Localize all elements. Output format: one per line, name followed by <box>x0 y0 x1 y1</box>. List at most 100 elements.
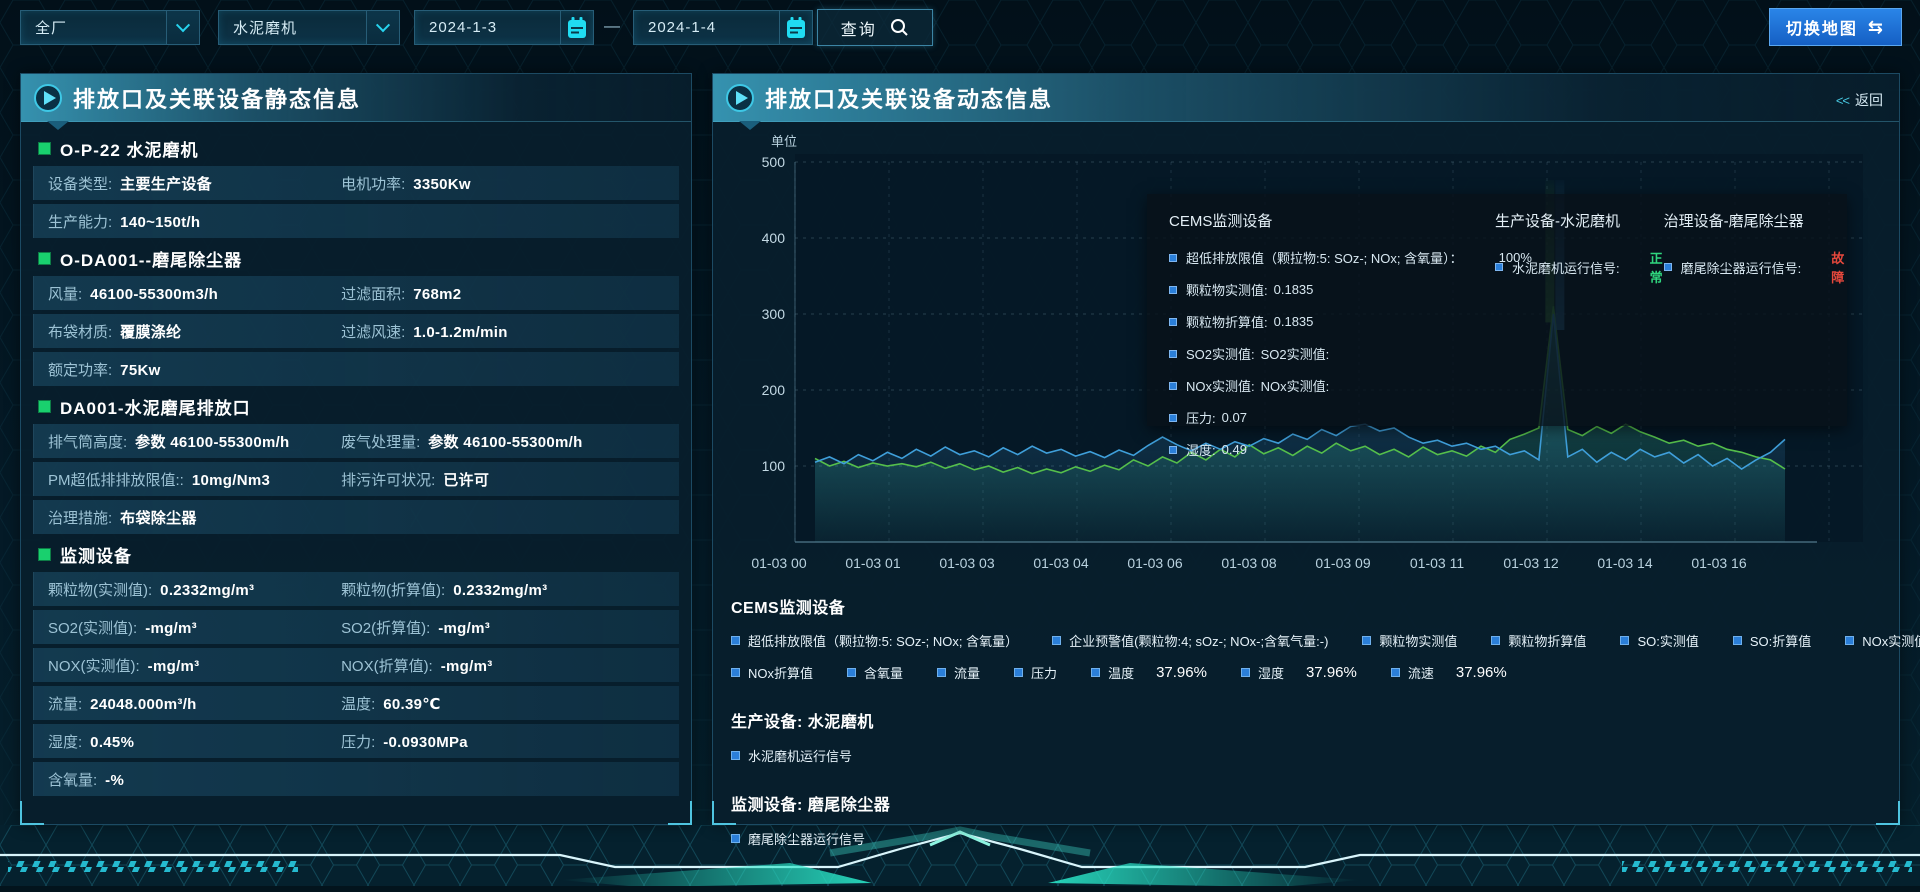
legend-item[interactable]: 水泥磨机运行信号 <box>731 746 852 765</box>
table-row: SO2(实测值):-mg/m³SO2(折算值):-mg/m³ <box>33 610 679 644</box>
field-value: 0.2332mg/m³ <box>453 582 547 599</box>
legend-item-label: 超低排放限值（颗拉物:5: SOz-; NOx; 含氧量） <box>748 631 1018 650</box>
legend-item[interactable]: 压力 <box>1014 663 1057 682</box>
legend-item[interactable]: NOx实测值 <box>1845 631 1920 650</box>
field-cell: 含氧量:-% <box>48 769 341 790</box>
tooltip-item-label: 颗粒物实测值: <box>1186 280 1268 299</box>
legend-item[interactable]: SO:折算值 <box>1733 631 1811 650</box>
back-button[interactable]: << 返回 <box>1836 90 1883 110</box>
dynamic-info-panel: 排放口及关联设备动态信息 << 返回 单位50040030020010001-0… <box>712 73 1900 825</box>
tooltip-item-label: SO2实测值: <box>1186 344 1255 363</box>
legend-item-value: 37.96% <box>1306 664 1357 681</box>
tooltip-item: 超低排放限值（颗拉物:5: SOz-; NOx; 含氧量）：100% <box>1169 248 1495 267</box>
status-badge: 正常 <box>1650 248 1664 286</box>
field-value: 24048.000m³/h <box>90 696 196 713</box>
field-label: 风量: <box>48 283 82 304</box>
field-value: 已许可 <box>443 469 489 490</box>
field-cell: 电机功率:3350Kw <box>341 173 471 194</box>
legend-item[interactable]: 超低排放限值（颗拉物:5: SOz-; NOx; 含氧量） <box>731 631 1018 650</box>
legend-item[interactable]: 颗粒物折算值 <box>1491 631 1586 650</box>
field-label: 温度: <box>341 693 375 714</box>
switch-map-button[interactable]: 切换地图 ⇆ <box>1769 8 1902 46</box>
legend-item[interactable]: 企业预警值(颗粒物:4; sOz-; NOx-;含氧气量:-) <box>1052 631 1328 650</box>
blue-square-marker-icon <box>1169 414 1177 422</box>
field-cell: 额定功率:75Kw <box>48 359 341 380</box>
tooltip-item-label: 压力: <box>1186 408 1216 427</box>
device-select[interactable]: 水泥磨机 <box>218 10 400 45</box>
legend-item[interactable]: 颗粒物实测值 <box>1362 631 1457 650</box>
legend-item-label: 颗粒物折算值 <box>1508 631 1586 650</box>
legend-item[interactable]: 磨尾除尘器运行信号 <box>731 829 865 848</box>
blue-square-marker-icon <box>1733 636 1742 645</box>
legend-item[interactable]: 流速37.96% <box>1391 663 1507 682</box>
tooltip-item-value: SO2实测值: <box>1261 344 1330 363</box>
table-row: NOX(实测值):-mg/m³NOX(折算值):-mg/m³ <box>33 648 679 682</box>
static-info-rows: O-P-22 水泥磨机设备类型:主要生产设备电机功率:3350Kw生产能力:14… <box>21 122 691 796</box>
static-info-panel-header: 排放口及关联设备静态信息 <box>21 74 691 122</box>
plant-select[interactable]: 全厂 <box>20 10 200 45</box>
legend-item[interactable]: SO:实测值 <box>1620 631 1698 650</box>
table-row: 含氧量:-% <box>33 762 679 796</box>
tooltip-item-label: 超低排放限值（颗拉物:5: SOz-; NOx; 含氧量）： <box>1186 248 1463 267</box>
legend-row-2: NOx折算值含氧量流量压力温度37.96%湿度37.96%流速37.96% <box>731 663 1885 682</box>
calendar-icon[interactable] <box>779 11 812 44</box>
play-icon <box>725 83 755 113</box>
svg-text:300: 300 <box>762 306 786 322</box>
green-square-bullet-icon <box>39 401 50 412</box>
legend-item[interactable]: 温度37.96% <box>1091 663 1207 682</box>
field-cell: 排气筒高度:参数 46100-55300m/h <box>48 431 341 452</box>
legend-item-label: 磨尾除尘器运行信号 <box>748 829 865 848</box>
legend-monitor-title: 监测设备: 磨尾除尘器 <box>731 791 1885 815</box>
date-to-input[interactable]: 2024-1-4 <box>633 10 813 45</box>
field-cell: 颗粒物(实测值):0.2332mg/m³ <box>48 579 341 600</box>
legend-item[interactable]: NOx折算值 <box>731 663 813 682</box>
legend-production-title: 生产设备: 水泥磨机 <box>731 708 1885 732</box>
field-value: 覆膜涤纶 <box>120 321 181 342</box>
field-value: 768m2 <box>413 286 461 303</box>
field-label: 设备类型: <box>48 173 112 194</box>
calendar-icon[interactable] <box>560 11 593 44</box>
blue-square-marker-icon <box>731 751 740 760</box>
legend-item[interactable]: 含氧量 <box>847 663 903 682</box>
field-value: -% <box>105 772 124 789</box>
dashboard: 全厂 水泥磨机 2024-1-3 — 2024-1-4 <box>0 0 1920 892</box>
field-cell: 设备类型:主要生产设备 <box>48 173 341 194</box>
field-value: 0.2332mg/m³ <box>160 582 254 599</box>
chevron-down-icon[interactable] <box>166 11 199 44</box>
legend-item-label: 颗粒物实测值 <box>1379 631 1457 650</box>
field-cell: 废气处理量:参数 46100-55300m/h <box>341 431 583 452</box>
legend-item-label: 含氧量 <box>864 663 903 682</box>
tooltip-column-title: 治理设备-磨尾除尘器 <box>1664 210 1847 231</box>
svg-text:单位: 单位 <box>771 134 797 149</box>
legend-item-label: 温度 <box>1108 663 1134 682</box>
legend-production-items: 水泥磨机运行信号 <box>731 746 1885 765</box>
tooltip-item-label: 湿度: <box>1186 440 1216 459</box>
chevron-down-icon[interactable] <box>366 11 399 44</box>
legend-monitor-section: 监测设备: 磨尾除尘器 磨尾除尘器运行信号 <box>731 791 1885 848</box>
query-button[interactable]: 查询 <box>817 9 933 46</box>
blue-square-marker-icon <box>1495 263 1503 271</box>
field-value: 140~150t/h <box>120 214 200 231</box>
date-from-input[interactable]: 2024-1-3 <box>414 10 594 45</box>
legend-item-label: 流量 <box>954 663 980 682</box>
blue-square-marker-icon <box>1169 254 1177 262</box>
field-label: 排污许可状况: <box>341 469 435 490</box>
tooltip-item-label: 颗粒物折算值: <box>1186 312 1268 331</box>
field-label: PM超低排排放限值:: <box>48 469 184 490</box>
field-label: 废气处理量: <box>341 431 420 452</box>
blue-square-marker-icon <box>1169 286 1177 294</box>
field-cell: SO2(实测值):-mg/m³ <box>48 617 341 638</box>
tooltip-item-label: 磨尾除尘器运行信号: <box>1681 258 1802 277</box>
tooltip-item: 压力:0.07 <box>1169 408 1495 427</box>
table-row: 排气筒高度:参数 46100-55300m/h废气处理量:参数 46100-55… <box>33 424 679 458</box>
legend-item-label: 企业预警值(颗粒物:4; sOz-; NOx-;含氧气量:-) <box>1069 631 1328 650</box>
legend-item[interactable]: 湿度37.96% <box>1241 663 1357 682</box>
table-row: 布袋材质:覆膜涤纶过滤风速:1.0-1.2m/min <box>33 314 679 348</box>
legend-item[interactable]: 流量 <box>937 663 980 682</box>
table-row: 生产能力:140~150t/h <box>33 204 679 238</box>
field-cell: 排污许可状况: 已许可 <box>341 469 489 490</box>
blue-square-marker-icon <box>1362 636 1371 645</box>
tooltip-item: SO2实测值: SO2实测值: <box>1169 344 1495 363</box>
field-cell: 温度:60.39℃ <box>341 693 441 714</box>
tooltip-column-title: CEMS监测设备 <box>1169 210 1495 231</box>
